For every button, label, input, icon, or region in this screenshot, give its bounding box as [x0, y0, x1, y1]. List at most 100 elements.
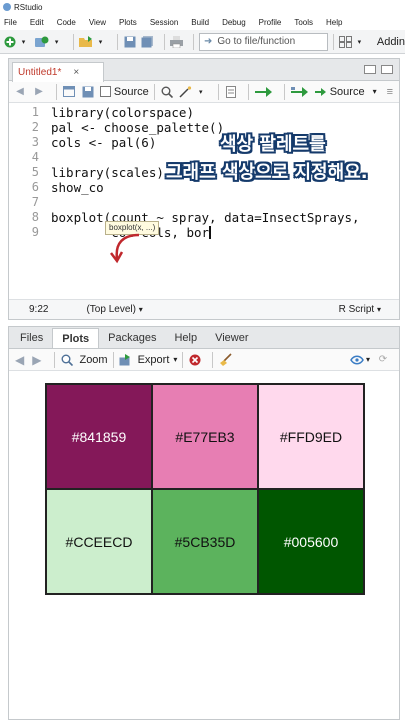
swatch-5: #5CB35D: [152, 489, 258, 594]
swatch-6: #005600: [258, 489, 364, 594]
menu-file[interactable]: File: [4, 18, 17, 27]
menu-build[interactable]: Build: [191, 18, 209, 27]
go-to-arrow-icon: ➜: [203, 36, 213, 47]
forward-arrow-icon[interactable]: ▶: [32, 85, 46, 99]
publish-dropdown-icon[interactable]: ▾: [366, 355, 370, 364]
toolbar-divider: [212, 351, 214, 368]
rerun-icon[interactable]: [290, 85, 310, 99]
project-dropdown-icon[interactable]: ▾: [50, 35, 63, 49]
search-icon[interactable]: [160, 85, 174, 99]
toolbar-divider: [112, 351, 114, 368]
zoom-icon[interactable]: [60, 353, 74, 367]
open-file-dropdown-icon[interactable]: ▾: [94, 35, 107, 49]
menu-debug[interactable]: Debug: [222, 18, 246, 27]
menu-edit[interactable]: Edit: [30, 18, 44, 27]
text-cursor: [209, 226, 211, 239]
code-tools-dropdown-icon[interactable]: ▾: [194, 85, 208, 99]
line-number: 1: [31, 105, 39, 119]
line-number: 5: [31, 165, 39, 179]
new-project-icon[interactable]: [35, 35, 49, 49]
scope-indicator[interactable]: (Top Level) ▾: [86, 304, 142, 315]
tab-viewer[interactable]: Viewer: [206, 328, 257, 348]
new-file-dropdown-icon[interactable]: ▾: [17, 35, 30, 49]
title-bar: RStudio: [0, 0, 405, 14]
save-all-icon[interactable]: [141, 35, 154, 49]
plots-pane: Files Plots Packages Help Viewer ◀ ▶ Zoo…: [8, 326, 400, 720]
editor-toolbar: ◀ ▶ Source ▾ Source ▾ ≡: [9, 81, 399, 103]
save-icon[interactable]: [123, 35, 136, 49]
source-on-save-label: Source: [113, 85, 149, 98]
export-icon: [119, 353, 133, 367]
go-to-file-placeholder: Go to file/function: [217, 36, 296, 47]
pane-layout-dropdown-icon[interactable]: ▾: [353, 35, 366, 49]
pane-layout-icon[interactable]: [338, 35, 352, 49]
print-icon[interactable]: [170, 35, 184, 49]
clear-all-plots-icon[interactable]: [218, 353, 232, 367]
toolbar-divider: [164, 33, 165, 50]
source-button[interactable]: Source ▾ ≡: [314, 86, 393, 98]
menu-session[interactable]: Session: [150, 18, 178, 27]
menu-profile[interactable]: Profile: [259, 18, 282, 27]
next-plot-icon[interactable]: ▶: [32, 353, 41, 367]
source-dropdown-icon[interactable]: ▾: [373, 87, 377, 96]
magic-wand-icon[interactable]: [179, 85, 193, 99]
code-area[interactable]: 1 library(colorspace) 2 pal <- choose_pale…: [9, 103, 399, 298]
run-icon[interactable]: [254, 85, 274, 99]
swatch-3: #FFD9ED: [258, 384, 364, 489]
swatch-2: #E77EB3: [152, 384, 258, 489]
back-arrow-icon[interactable]: ◀: [13, 85, 27, 99]
swatch-label: #5CB35D: [174, 533, 236, 550]
show-in-window-icon[interactable]: [62, 85, 76, 99]
refresh-icon[interactable]: ⟳: [376, 353, 390, 367]
swatch-label: #E77EB3: [175, 428, 235, 445]
tab-untitled1[interactable]: Untitled1* ×: [12, 62, 104, 82]
scope-label: (Top Level): [86, 304, 136, 315]
open-file-icon[interactable]: [79, 35, 93, 49]
app-title: RStudio: [14, 2, 43, 12]
publish-area: ▾ ⟳: [350, 353, 395, 367]
rstudio-logo-icon: [3, 3, 11, 11]
tab-files[interactable]: Files: [11, 328, 52, 348]
source-editor-pane: Untitled1* × ◀ ▶ Source ▾ Source ▾ ≡ 1 l…: [8, 58, 400, 320]
line-number: 7: [31, 195, 39, 209]
caption-line-1: 색상 팔레트를: [220, 134, 326, 155]
maximize-pane-icon[interactable]: [381, 65, 393, 74]
toolbar-divider: [217, 83, 219, 100]
compile-report-icon[interactable]: [224, 85, 238, 99]
line-number: 3: [31, 135, 39, 149]
toolbar-divider: [153, 83, 155, 100]
close-tab-icon[interactable]: ×: [73, 67, 79, 78]
remove-plot-icon[interactable]: [188, 353, 202, 367]
line-text: show_co: [51, 180, 104, 195]
menu-plots[interactable]: Plots: [119, 18, 137, 27]
toolbar-divider: [73, 33, 75, 50]
tab-help[interactable]: Help: [165, 328, 206, 348]
editor-tab-strip: Untitled1* ×: [9, 59, 399, 82]
addins-menu[interactable]: Addin: [377, 36, 405, 48]
save-document-icon[interactable]: [81, 85, 95, 99]
viewer-tabs: Files Plots Packages Help Viewer: [9, 327, 399, 349]
new-file-icon[interactable]: [3, 35, 16, 49]
menu-help[interactable]: Help: [326, 18, 342, 27]
menu-view[interactable]: View: [89, 18, 106, 27]
document-outline-icon[interactable]: ≡: [387, 86, 393, 98]
publish-icon[interactable]: [350, 353, 364, 367]
file-type-indicator[interactable]: R Script ▾: [339, 304, 381, 315]
menu-tools[interactable]: Tools: [294, 18, 313, 27]
go-to-file-input[interactable]: ➜ Go to file/function: [198, 32, 328, 51]
export-dropdown-icon[interactable]: ▾: [173, 355, 177, 364]
line-text: cols <- pal(6): [51, 135, 157, 150]
minimize-pane-icon[interactable]: [364, 65, 376, 74]
menu-code[interactable]: Code: [57, 18, 76, 27]
swatch-label: #841859: [71, 428, 127, 445]
export-button[interactable]: Export: [138, 354, 170, 366]
toolbar-divider: [117, 33, 118, 50]
source-on-save-checkbox[interactable]: [99, 86, 111, 97]
plots-toolbar: ◀ ▶ Zoom Export ▾ ▾ ⟳: [9, 349, 399, 371]
annotation-arrow-icon: [110, 233, 140, 264]
tab-plots[interactable]: Plots: [52, 328, 100, 348]
tab-packages[interactable]: Packages: [99, 328, 165, 348]
zoom-button[interactable]: Zoom: [79, 354, 107, 366]
toolbar-divider: [283, 83, 285, 100]
previous-plot-icon[interactable]: ◀: [15, 353, 24, 367]
